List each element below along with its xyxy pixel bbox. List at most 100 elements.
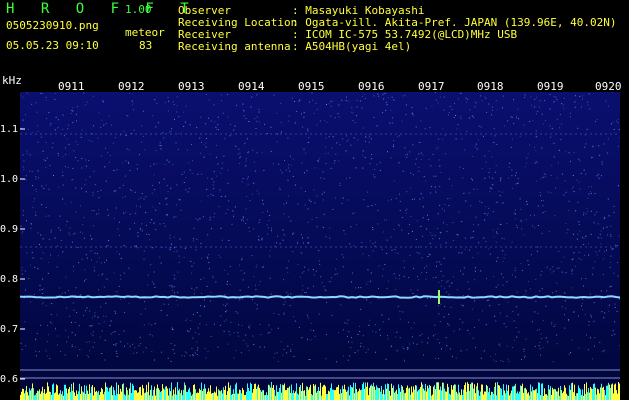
noise-dot (238, 335, 239, 337)
noise-dot (153, 222, 155, 224)
noise-dot (156, 103, 158, 105)
histogram-bar (382, 394, 383, 400)
histogram-bar (88, 393, 89, 400)
noise-dot (335, 197, 337, 199)
noise-dot (603, 218, 605, 220)
noise-dot (404, 360, 405, 362)
noise-dot (468, 288, 470, 290)
noise-dot (233, 129, 235, 131)
histogram-bar (317, 391, 318, 400)
histogram-bar (23, 389, 24, 400)
histogram-bar (328, 390, 329, 400)
noise-dot (544, 100, 545, 102)
noise-dot (93, 210, 95, 212)
histogram-bar (384, 394, 385, 400)
histogram-bar (300, 385, 301, 400)
noise-dot (437, 228, 439, 229)
histogram-bar (540, 395, 541, 400)
noise-dot (342, 138, 344, 140)
noise-dot (543, 173, 545, 175)
histogram-bar (511, 390, 512, 400)
histogram-bar (237, 393, 238, 400)
histogram-bar (253, 389, 254, 400)
noise-dot (62, 156, 64, 158)
noise-dot (596, 254, 598, 256)
histogram-bar (277, 391, 278, 400)
noise-dot (22, 154, 24, 156)
noise-dot (524, 357, 525, 358)
noise-dot (229, 265, 231, 267)
histogram-bar (189, 387, 190, 400)
noise-dot (154, 222, 156, 224)
noise-dot (446, 230, 448, 232)
noise-dot (502, 260, 504, 262)
histogram-bar (516, 393, 517, 400)
noise-dot (556, 177, 558, 179)
noise-dot (539, 100, 541, 102)
noise-dot (387, 97, 389, 99)
noise-dot (448, 114, 449, 116)
noise-dot (332, 209, 334, 210)
histogram-bar (297, 393, 298, 400)
noise-dot (350, 226, 352, 228)
noise-dot (55, 329, 57, 331)
histogram-bar (50, 392, 51, 400)
noise-dot (378, 287, 379, 289)
noise-dot (506, 315, 508, 317)
noise-dot (41, 185, 43, 187)
noise-dot (242, 178, 244, 179)
noise-dot (86, 257, 88, 259)
noise-dot (246, 195, 247, 197)
noise-dot (32, 257, 34, 259)
noise-dot (327, 152, 329, 154)
noise-dot (348, 138, 349, 140)
noise-dot (200, 242, 202, 244)
noise-dot (467, 329, 469, 331)
noise-dot (487, 212, 489, 214)
noise-dot (117, 228, 119, 230)
noise-dot (541, 147, 543, 149)
noise-dot (350, 347, 352, 349)
noise-dot (145, 196, 147, 198)
noise-dot (135, 245, 137, 247)
histogram-bar (459, 392, 460, 400)
histogram-bar (611, 384, 612, 400)
noise-dot (556, 343, 558, 345)
noise-dot (457, 124, 459, 126)
noise-dot (280, 122, 282, 123)
noise-dot (504, 254, 506, 256)
noise-dot (418, 279, 420, 281)
noise-dot (136, 168, 138, 170)
histogram-bar (466, 391, 467, 400)
noise-dot (501, 191, 503, 193)
noise-dot (262, 203, 264, 205)
noise-dot (423, 176, 425, 178)
noise-dot (98, 274, 100, 276)
noise-dot (507, 301, 509, 303)
noise-dot (73, 266, 74, 267)
noise-dot (555, 96, 557, 98)
noise-dot (402, 95, 404, 97)
noise-dot (429, 127, 431, 129)
noise-dot (189, 124, 191, 126)
noise-dot (57, 335, 58, 337)
noise-dot (541, 271, 543, 272)
noise-dot (267, 233, 268, 235)
noise-dot (195, 218, 197, 220)
noise-dot (330, 115, 332, 117)
noise-dot (191, 348, 193, 350)
noise-dot (367, 191, 368, 193)
noise-dot (318, 250, 320, 252)
noise-dot (572, 233, 574, 235)
noise-dot (69, 227, 71, 229)
histogram-bar (414, 389, 415, 400)
histogram-bar (456, 391, 457, 400)
histogram-bar (239, 389, 240, 400)
noise-dot (300, 293, 302, 295)
noise-dot (241, 324, 243, 326)
noise-dot (235, 311, 237, 313)
noise-dot (107, 214, 109, 216)
histogram-bar (157, 384, 158, 400)
noise-dot (62, 128, 64, 130)
y-tick-label: 0.7 (0, 324, 19, 335)
